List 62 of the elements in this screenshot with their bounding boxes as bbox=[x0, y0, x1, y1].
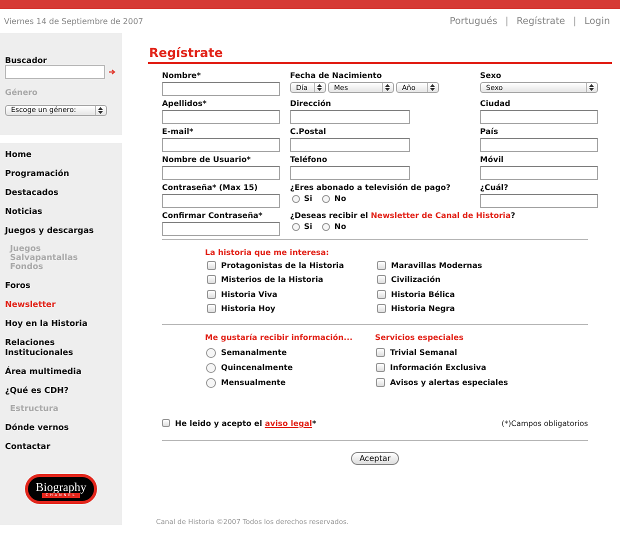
radio-button[interactable] bbox=[206, 362, 216, 373]
nav-link[interactable]: Relaciones Institucionales bbox=[5, 337, 117, 357]
radio-button[interactable] bbox=[292, 222, 300, 230]
search-field[interactable] bbox=[5, 65, 105, 79]
input-field[interactable] bbox=[480, 166, 598, 180]
stepper-icon bbox=[586, 83, 595, 92]
input-field[interactable] bbox=[162, 138, 280, 152]
nav-link[interactable]: Dónde vernos bbox=[5, 422, 117, 432]
radio-button[interactable] bbox=[322, 222, 330, 230]
stepper-icon bbox=[427, 83, 436, 92]
radio-button[interactable] bbox=[206, 348, 216, 358]
nav-link[interactable]: Área multimedia bbox=[5, 366, 117, 376]
input-field[interactable] bbox=[480, 138, 598, 152]
header-link[interactable]: Login bbox=[584, 16, 610, 26]
nav-link[interactable]: Home bbox=[5, 149, 117, 159]
search-label: Buscador bbox=[5, 56, 48, 65]
nav-link[interactable]: Destacados bbox=[5, 187, 117, 197]
input-field[interactable] bbox=[480, 194, 598, 208]
nav-link[interactable]: Juegos y descargas bbox=[5, 225, 117, 235]
arrow-icon bbox=[109, 69, 116, 75]
checkbox[interactable] bbox=[377, 304, 386, 314]
input-field[interactable] bbox=[162, 166, 280, 180]
genre-label: Género bbox=[5, 88, 39, 97]
nav-link[interactable]: Contactar bbox=[5, 441, 117, 451]
checkbox[interactable] bbox=[377, 290, 386, 299]
checkbox[interactable] bbox=[207, 275, 216, 284]
submit-button[interactable]: Aceptar bbox=[351, 452, 399, 464]
checkbox[interactable] bbox=[376, 363, 385, 372]
stepper-icon bbox=[95, 106, 104, 114]
input-field[interactable] bbox=[162, 110, 280, 124]
input-field[interactable] bbox=[162, 222, 280, 236]
stepper-icon bbox=[314, 83, 323, 92]
checkbox[interactable] bbox=[376, 378, 385, 388]
date-text: Viernes 14 de Septiembre de 2007 bbox=[4, 16, 144, 26]
nav-link[interactable]: ¿Qué es CDH? bbox=[5, 385, 117, 395]
input-field[interactable] bbox=[290, 166, 410, 180]
input-field[interactable] bbox=[290, 110, 410, 124]
checkbox[interactable] bbox=[376, 348, 385, 358]
radio-button[interactable] bbox=[322, 194, 330, 202]
checkbox[interactable] bbox=[207, 260, 216, 270]
page-title: Regístrate bbox=[148, 45, 612, 64]
separator: | bbox=[505, 16, 508, 26]
radio-button[interactable] bbox=[292, 194, 300, 202]
input-field[interactable] bbox=[480, 110, 598, 124]
checkbox[interactable] bbox=[162, 419, 170, 428]
input-field[interactable] bbox=[162, 82, 280, 96]
stepper-icon bbox=[382, 83, 391, 92]
input-field[interactable] bbox=[290, 138, 410, 152]
separator: | bbox=[573, 16, 576, 26]
radio-button[interactable] bbox=[206, 378, 216, 388]
checkbox[interactable] bbox=[207, 290, 216, 299]
input-field[interactable] bbox=[162, 194, 280, 208]
header-link[interactable]: Portugués bbox=[450, 16, 498, 26]
nav-link[interactable]: Programación bbox=[5, 168, 117, 178]
nav-link[interactable]: Newsletter bbox=[5, 299, 117, 309]
checkbox[interactable] bbox=[377, 275, 386, 284]
checkbox[interactable] bbox=[207, 304, 216, 314]
nav-link[interactable]: Hoy en la Historia bbox=[5, 318, 117, 328]
checkbox[interactable] bbox=[377, 260, 386, 270]
header-link[interactable]: Regístrate bbox=[516, 16, 566, 26]
nav-link[interactable]: Noticias bbox=[5, 206, 117, 216]
nav-link[interactable]: Foros bbox=[5, 280, 117, 290]
